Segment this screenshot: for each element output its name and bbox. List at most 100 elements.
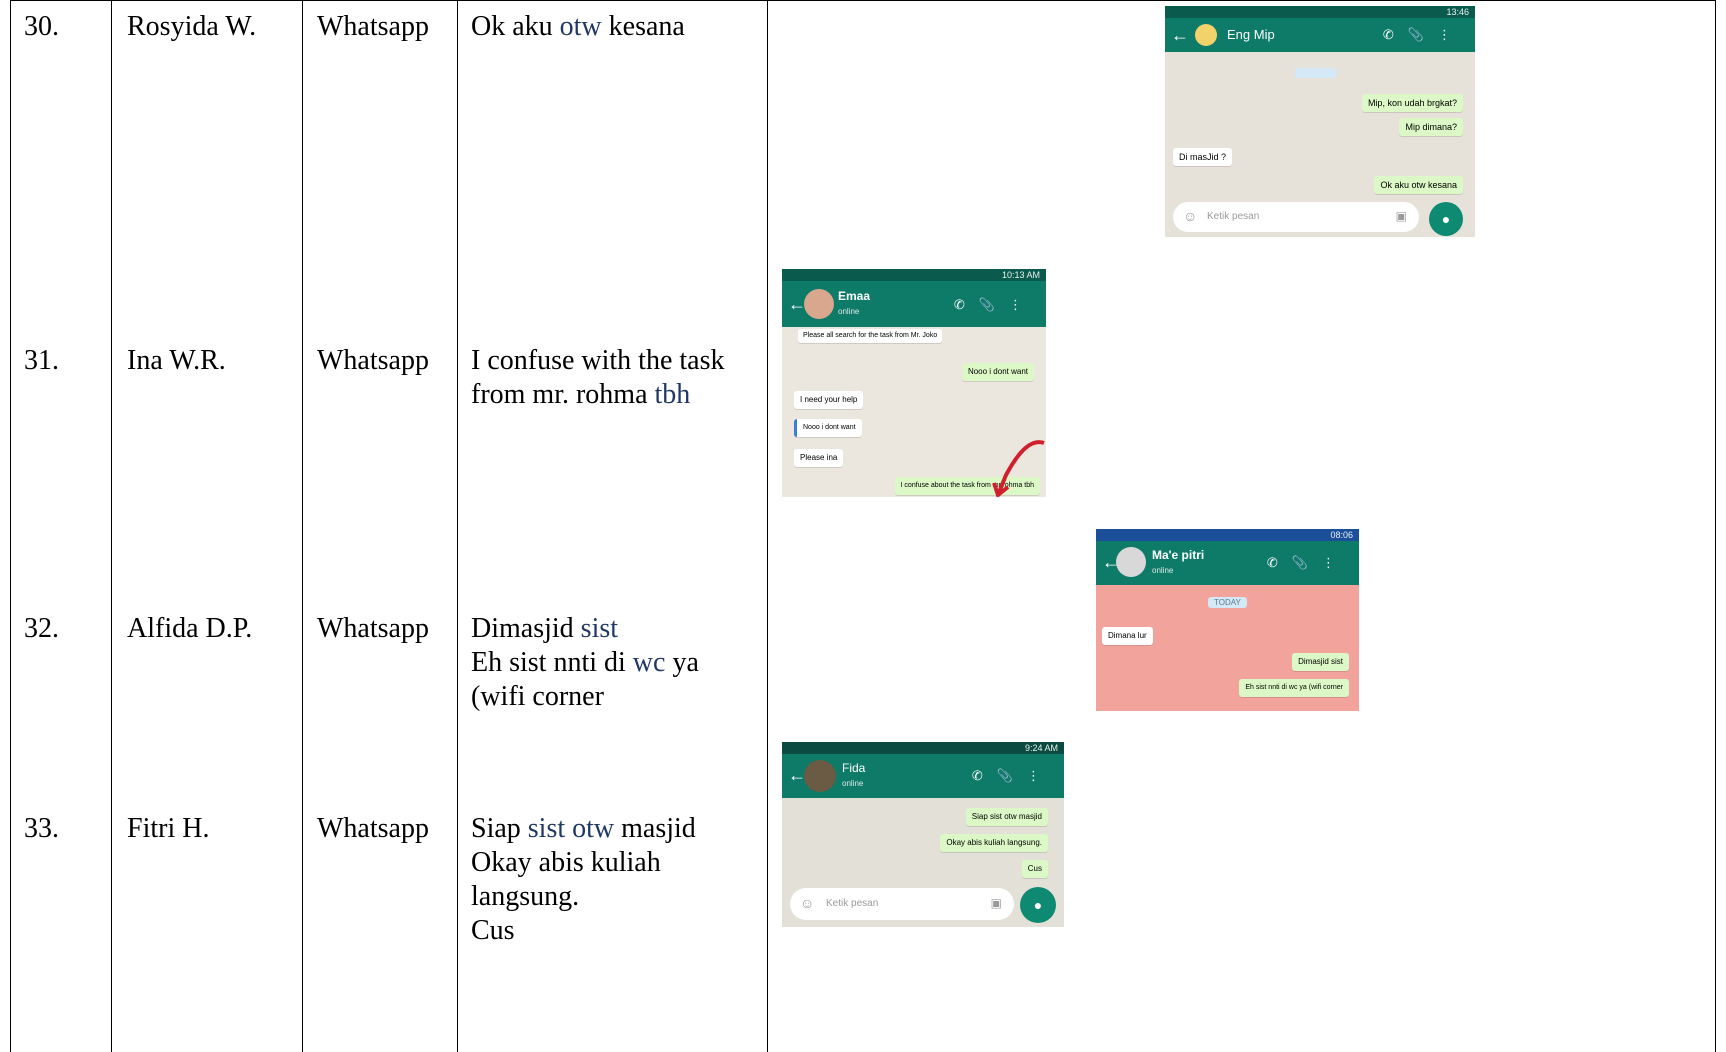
menu-dots-icon: ⋮ (1009, 297, 1036, 312)
message-text: Siap sist otw masjid Okay abis kuliah lang… (471, 812, 696, 948)
row-number: 31. (24, 345, 59, 376)
message-line: Cus (471, 914, 696, 948)
emoji-icon: ☺ (800, 895, 815, 911)
chat-screenshot: 13:46 ← Eng Mip ✆📎⋮ Mip, kon udah brgkat… (1165, 6, 1475, 237)
chat-bubble: Cus (1021, 860, 1048, 878)
message-segment: Cus (471, 915, 515, 946)
message-line: (wifi corner (471, 680, 699, 714)
chat-screenshot: 10:13 AM ← Emaa online ✆📎⋮ Please all se… (782, 269, 1046, 497)
chat-bubble: Please ina (794, 449, 844, 467)
chat-bubble: Siap sist otw masjid (965, 808, 1048, 826)
camera-icon: ▣ (990, 896, 1002, 910)
table-border-top (10, 0, 1716, 1)
contact-name-label: Fida (842, 761, 866, 775)
avatar (1195, 24, 1217, 46)
table-border-left (10, 0, 11, 1052)
contact-status: online (842, 779, 864, 788)
highlighted-word: sist (580, 613, 619, 644)
message-segment: Ok aku (471, 11, 560, 42)
header-icons: ✆📎⋮ (1383, 27, 1465, 43)
camera-icon: ▣ (1395, 209, 1407, 223)
input-placeholder: Ketik pesan (826, 898, 879, 909)
contact-status: online (1152, 566, 1174, 575)
highlighted-word: otw (572, 813, 615, 844)
avatar (1116, 547, 1146, 577)
chat-bubble: Mip, kon udah brgkat? (1361, 94, 1463, 112)
contact-name-label: Emaa (838, 289, 871, 303)
message-segment: I confuse with the task (471, 345, 725, 376)
message-text: I confuse with the task from mr. rohma tb… (471, 344, 725, 412)
status-time: 08:06 (1330, 530, 1353, 540)
message-segment: langsung. (471, 881, 580, 912)
message-text: Dimasjid sist Eh sist nnti di wc ya (wifi … (471, 612, 699, 714)
message-input[interactable]: ☺ Ketik pesan ▣ (790, 888, 1014, 920)
chat-bubble: Nooo i dont want (794, 419, 862, 437)
message-line: langsung. (471, 880, 696, 914)
message-line: from mr. rohma tbh (471, 378, 725, 412)
chat-header: ← Ma'e pitri online ✆📎⋮ (1096, 541, 1359, 585)
highlighted-word: wc (632, 647, 666, 678)
phone-icon: ✆ (1266, 555, 1292, 570)
input-placeholder: Ketik pesan (1207, 211, 1260, 222)
status-time: 10:13 AM (1001, 270, 1040, 280)
chat-bubble: Eh sist nnti di wc ya (wifi corner (1239, 679, 1349, 697)
highlighted-word: sist (527, 813, 566, 844)
chat-screenshot: 08:06 ← Ma'e pitri online ✆📎⋮ TODAY Dima… (1096, 529, 1359, 711)
message-line: Okay abis kuliah (471, 846, 696, 880)
menu-dots-icon: ⋮ (1027, 768, 1054, 783)
highlighted-word: tbh (654, 379, 691, 410)
chat-bubble: Dimasjid sist (1292, 653, 1349, 671)
row-number: 32. (24, 613, 59, 644)
chat-header: ← Eng Mip ✆📎⋮ (1165, 18, 1475, 52)
contact-name: Ina W.R. (127, 345, 226, 376)
column-divider-3 (457, 0, 458, 1052)
phone-icon: ✆ (1382, 27, 1408, 42)
row-number: 33. (24, 813, 59, 844)
status-time: 9:24 AM (1024, 743, 1058, 753)
highlighted-word: otw (559, 11, 602, 42)
phone-icon: ✆ (953, 297, 979, 312)
status-bar: 10:13 AM (782, 269, 1046, 281)
message-segment: Okay abis kuliah (471, 847, 661, 878)
chat-bubble: Okay abis kuliah langsung. (940, 834, 1048, 852)
message-segment: ya (665, 647, 699, 678)
media-name: Whatsapp (317, 11, 429, 42)
chat-bubble: Please all search for the task from Mr. … (798, 329, 943, 343)
menu-dots-icon: ⋮ (1322, 555, 1349, 570)
message-segment: Siap (471, 813, 528, 844)
media-name: Whatsapp (317, 813, 429, 844)
paperclip-icon: 📎 (1407, 27, 1438, 42)
message-segment: (wifi corner (471, 681, 604, 712)
date-pill (1295, 68, 1337, 78)
chat-screenshot: 9:24 AM ← Fida online ✆📎⋮ Siap sist otw … (782, 742, 1064, 927)
message-segment: masjid (614, 813, 696, 844)
status-bar: 9:24 AM (782, 742, 1064, 754)
message-input[interactable]: ☺ Ketik pesan ▣ (1173, 202, 1419, 232)
contact-name-label: Ma'e pitri (1152, 548, 1205, 562)
column-divider-4 (767, 0, 768, 1052)
message-line: Dimasjid sist (471, 612, 699, 646)
header-icons: ✆📎⋮ (954, 297, 1036, 313)
contact-name: Rosyida W. (127, 11, 257, 42)
chat-bubble: Mip dimana? (1399, 118, 1463, 136)
chat-header: ← Fida online ✆📎⋮ (782, 754, 1064, 798)
mic-button[interactable]: ● (1020, 887, 1056, 923)
status-time: 13:46 (1446, 7, 1469, 17)
chat-header: ← Emaa online ✆📎⋮ (782, 281, 1046, 327)
column-divider-2 (302, 0, 303, 1052)
chat-bubble: Dimana lur (1102, 627, 1153, 645)
header-icons: ✆📎⋮ (1267, 555, 1349, 571)
status-bar: 08:06 (1096, 529, 1359, 541)
paperclip-icon: 📎 (978, 297, 1009, 312)
message-line: Eh sist nnti di wc ya (471, 646, 699, 680)
paperclip-icon: 📎 (996, 768, 1027, 783)
status-bar: 13:46 (1165, 6, 1475, 18)
chat-bubble: Ok aku otw kesana (1374, 176, 1463, 194)
column-divider-1 (111, 0, 112, 1052)
header-icons: ✆📎⋮ (972, 768, 1054, 784)
message-text: Ok aku otw kesana (471, 10, 685, 44)
contact-name-label: Eng Mip (1227, 27, 1275, 42)
message-segment: Dimasjid (471, 613, 581, 644)
message-segment: from mr. rohma (471, 379, 655, 410)
mic-button[interactable]: ● (1429, 202, 1463, 236)
